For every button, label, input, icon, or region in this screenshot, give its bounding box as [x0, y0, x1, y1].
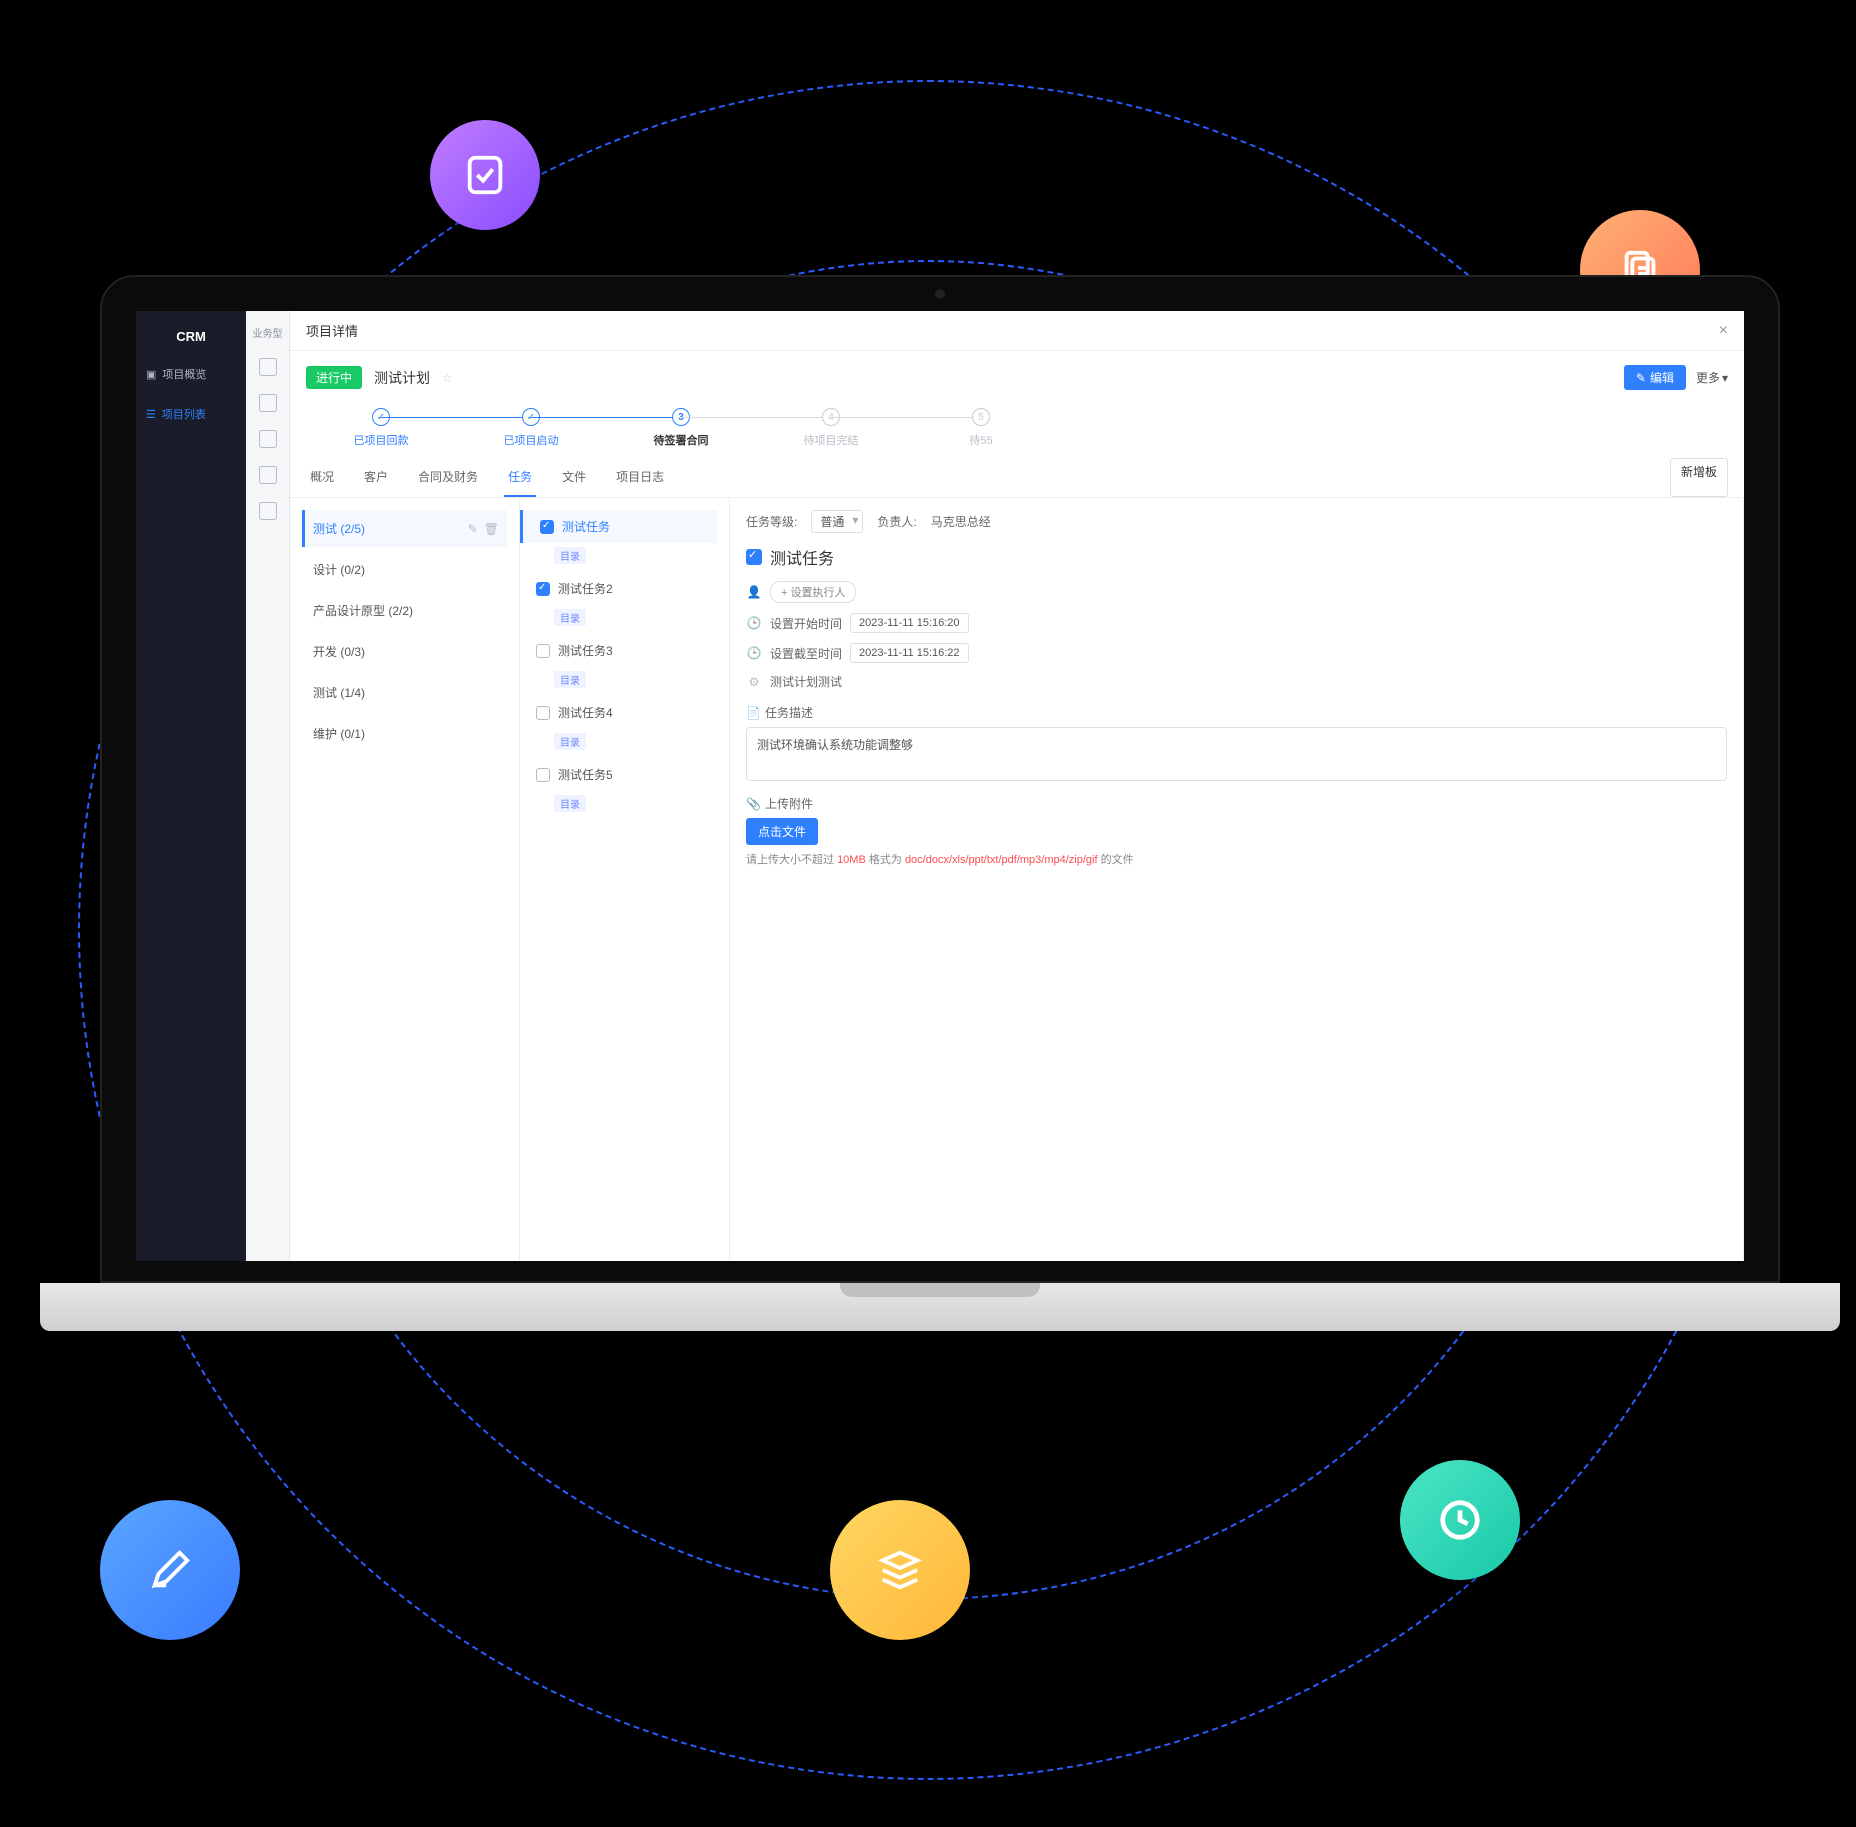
- step[interactable]: 4待项目完结: [756, 408, 906, 448]
- task-item[interactable]: 测试任务: [520, 510, 717, 543]
- icon-rail: 业务型: [246, 311, 290, 1261]
- tab[interactable]: 客户: [360, 458, 392, 497]
- checkbox-icon[interactable]: [536, 644, 550, 658]
- rail-label: 业务型: [253, 325, 283, 340]
- rail-icon[interactable]: [259, 394, 277, 412]
- rail-icon[interactable]: [259, 466, 277, 484]
- modal-header: 项目详情 ×: [290, 311, 1744, 351]
- tab[interactable]: 文件: [558, 458, 590, 497]
- group-item[interactable]: 设计 (0/2): [302, 551, 507, 588]
- task-tag: 目录: [554, 795, 586, 812]
- laptop-base: [40, 1283, 1840, 1331]
- task-item[interactable]: 测试任务5: [532, 758, 717, 791]
- group-item[interactable]: 测试 (2/5) ✎🗑: [302, 510, 507, 547]
- status-badge: 进行中: [306, 366, 362, 389]
- gear-icon: ⚙: [746, 675, 762, 689]
- rail-icon[interactable]: [259, 430, 277, 448]
- task-item[interactable]: 测试任务2: [532, 572, 717, 605]
- desc-heading: 📄 任务描述: [746, 704, 1727, 721]
- left-nav: CRM ▣项目概览 ☰项目列表: [136, 311, 246, 1261]
- edit-button[interactable]: ✎ 编辑: [1624, 365, 1686, 390]
- tab[interactable]: 概况: [306, 458, 338, 497]
- group-item[interactable]: 产品设计原型 (2/2): [302, 592, 507, 629]
- urgency-label: 任务等级:: [746, 513, 797, 530]
- group-item[interactable]: 开发 (0/3): [302, 633, 507, 670]
- bubble-clock-icon: [1400, 1460, 1520, 1580]
- group-item[interactable]: 维护 (0/1): [302, 715, 507, 752]
- group-item[interactable]: 测试 (1/4): [302, 674, 507, 711]
- upload-hint: 请上传大小不超过 10MB 格式为 doc/docx/xls/ppt/txt/p…: [746, 851, 1727, 867]
- tab[interactable]: 任务: [504, 458, 536, 497]
- task-list: 测试任务 目录 测试任务2 目录 测试任务3 目录 测试任务4 目录 测试任务5…: [520, 498, 730, 1261]
- step[interactable]: ✓已项目回款: [306, 408, 456, 448]
- checkbox-icon[interactable]: [536, 582, 550, 596]
- attach-heading: 📎 上传附件: [746, 795, 1727, 812]
- rail-icon[interactable]: [259, 358, 277, 376]
- bubble-check-icon: [430, 120, 540, 230]
- owner-label: 负责人:: [877, 513, 916, 530]
- task-tag: 目录: [554, 733, 586, 750]
- start-label: 设置开始时间: [770, 615, 842, 632]
- checkbox-icon[interactable]: [540, 520, 554, 534]
- task-tag: 目录: [554, 671, 586, 688]
- step[interactable]: ✓已项目启动: [456, 408, 606, 448]
- task-tag: 目录: [554, 609, 586, 626]
- checkbox-icon[interactable]: [746, 549, 762, 565]
- workspace: 测试 (2/5) ✎🗑 设计 (0/2) 产品设计原型 (2/2) 开发 (0/…: [290, 498, 1744, 1261]
- tab[interactable]: 项目日志: [612, 458, 668, 497]
- new-board-button[interactable]: 新增板: [1670, 458, 1728, 497]
- step[interactable]: 3待签署合同: [606, 408, 756, 448]
- end-time-input[interactable]: 2023-11-11 15:16:22: [850, 643, 969, 663]
- clock-icon: 🕒: [746, 646, 762, 660]
- checkbox-icon[interactable]: [536, 768, 550, 782]
- checkbox-icon[interactable]: [536, 706, 550, 720]
- task-tag: 目录: [554, 547, 586, 564]
- close-icon[interactable]: ×: [1719, 322, 1728, 340]
- description-textarea[interactable]: 测试环境确认系统功能调整够: [746, 727, 1727, 781]
- upload-button[interactable]: 点击文件: [746, 818, 818, 845]
- nav-item-projects[interactable]: ☰项目列表: [136, 394, 246, 434]
- status-row: 进行中 测试计划 ☆ ✎ 编辑 更多 ▾: [290, 351, 1744, 404]
- user-icon: 👤: [746, 585, 762, 599]
- add-assistant-button[interactable]: + 设置执行人: [770, 581, 856, 603]
- start-time-input[interactable]: 2023-11-11 15:16:20: [850, 613, 969, 633]
- end-label: 设置截至时间: [770, 645, 842, 662]
- project-title: 测试计划: [374, 368, 430, 388]
- nav-item-overview[interactable]: ▣项目概览: [136, 354, 246, 394]
- tabs: 概况 客户 合同及财务 任务 文件 项目日志 新增板: [290, 458, 1744, 498]
- delete-icon[interactable]: 🗑: [484, 522, 499, 536]
- group-list: 测试 (2/5) ✎🗑 设计 (0/2) 产品设计原型 (2/2) 开发 (0/…: [290, 498, 520, 1261]
- task-item[interactable]: 测试任务4: [532, 696, 717, 729]
- camera-dot: [935, 289, 945, 299]
- step[interactable]: 5待55: [906, 408, 1056, 448]
- plan-label: 测试计划测试: [770, 673, 842, 690]
- bubble-edit-icon: [100, 1500, 240, 1640]
- main-panel: 项目详情 × 进行中 测试计划 ☆ ✎ 编辑 更多 ▾ ✓已项目回款 ✓已项目启…: [290, 311, 1744, 1261]
- owner-value: 马克思总经: [931, 513, 991, 530]
- clock-icon: 🕒: [746, 616, 762, 630]
- modal-title: 项目详情: [306, 321, 358, 340]
- app-screen: CRM ▣项目概览 ☰项目列表 业务型 项目详情 ×: [136, 311, 1744, 1261]
- progress-steps: ✓已项目回款 ✓已项目启动 3待签署合同 4待项目完结 5待55: [290, 404, 1744, 458]
- rail-icon[interactable]: [259, 502, 277, 520]
- more-button[interactable]: 更多 ▾: [1696, 369, 1728, 386]
- task-detail: 任务等级: 普通 负责人: 马克思总经 测试任务 👤 + 设置执行人 �: [730, 498, 1744, 1261]
- task-item[interactable]: 测试任务3: [532, 634, 717, 667]
- star-icon[interactable]: ☆: [442, 371, 453, 385]
- brand: CRM: [136, 319, 246, 354]
- laptop-frame: CRM ▣项目概览 ☰项目列表 业务型 项目详情 ×: [100, 275, 1780, 1331]
- edit-icon[interactable]: ✎: [468, 522, 478, 536]
- bubble-stack-icon: [830, 1500, 970, 1640]
- tab[interactable]: 合同及财务: [414, 458, 482, 497]
- urgency-select[interactable]: 普通: [811, 510, 863, 533]
- detail-title: 测试任务: [746, 545, 1727, 569]
